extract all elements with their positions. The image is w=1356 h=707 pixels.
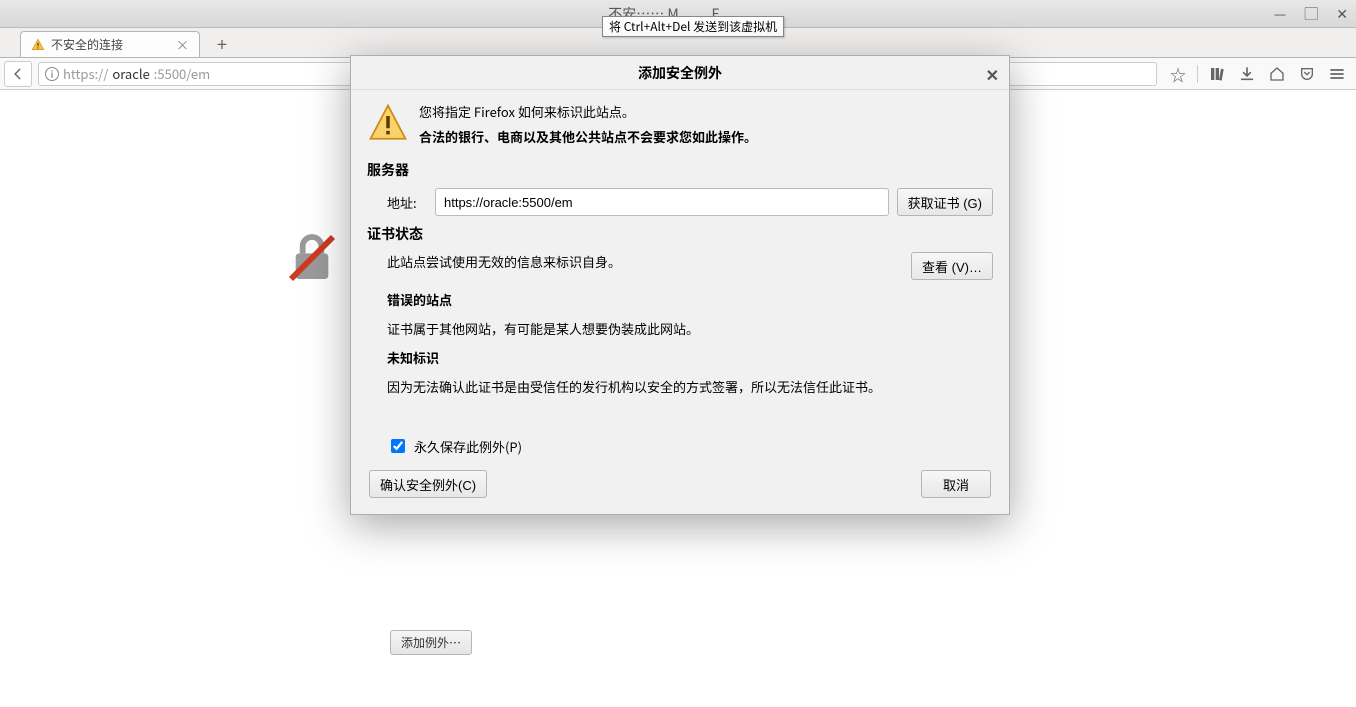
tab-close-icon[interactable]: × bbox=[176, 35, 189, 54]
cancel-button[interactable]: 取消 bbox=[921, 470, 991, 498]
warning-icon bbox=[31, 38, 45, 52]
wrong-site-heading: 错误的站点 bbox=[387, 290, 993, 309]
menu-icon[interactable] bbox=[1322, 61, 1352, 87]
new-tab-button[interactable]: + bbox=[210, 32, 234, 56]
window-maximize-icon[interactable]: ▢ bbox=[1304, 4, 1318, 24]
home-icon[interactable] bbox=[1262, 61, 1292, 87]
window-close-icon[interactable]: ✕ bbox=[1336, 4, 1348, 24]
permanent-exception-checkbox[interactable] bbox=[391, 439, 405, 453]
unknown-text: 因为无法确认此证书是由受信任的发行机构以安全的方式签署，所以无法信任此证书。 bbox=[387, 377, 993, 396]
back-button[interactable] bbox=[4, 61, 32, 87]
url-host: oracle bbox=[112, 64, 149, 83]
cert-status-heading: 证书状态 bbox=[367, 224, 993, 244]
dialog-close-icon[interactable]: ✕ bbox=[986, 62, 999, 86]
get-certificate-button[interactable]: 获取证书 (G) bbox=[897, 188, 993, 216]
security-exception-dialog: 添加安全例外 ✕ 您将指定 Firefox 如何来标识此站点。 合法的银行、电商… bbox=[350, 55, 1010, 515]
warning-icon bbox=[367, 102, 409, 144]
add-exception-button-behind[interactable]: 添加例外… bbox=[390, 630, 472, 655]
view-cert-button[interactable]: 查看 (V)… bbox=[911, 252, 993, 280]
wrong-site-text: 证书属于其他网站，有可能是某人想要伪装成此网站。 bbox=[387, 319, 993, 338]
dialog-titlebar: 添加安全例外 ✕ bbox=[351, 56, 1009, 90]
page-content: 添加例外… 添加安全例外 ✕ 您将指定 Firefox 如何来标识此站点。 合法… bbox=[0, 90, 1356, 707]
dialog-msg2: 合法的银行、电商以及其他公共站点不会要求您如此操作。 bbox=[419, 127, 757, 146]
tab-title: 不安全的连接 bbox=[51, 36, 123, 53]
url-path: :5500/em bbox=[154, 64, 210, 83]
url-protocol: https:// bbox=[63, 64, 108, 83]
download-icon[interactable] bbox=[1232, 61, 1262, 87]
server-heading: 服务器 bbox=[367, 160, 993, 180]
confirm-exception-button[interactable]: 确认安全例外(C) bbox=[369, 470, 487, 498]
bookmarks-icon[interactable] bbox=[1202, 61, 1232, 87]
info-icon[interactable]: i bbox=[45, 67, 59, 81]
window-minimize-icon[interactable]: — bbox=[1274, 4, 1287, 24]
dialog-msg1: 您将指定 Firefox 如何来标识此站点。 bbox=[419, 102, 757, 121]
dialog-title: 添加安全例外 bbox=[638, 63, 722, 83]
address-input[interactable] bbox=[435, 188, 889, 216]
vm-tooltip: 将 Ctrl+Alt+Del 发送到该虚拟机 bbox=[602, 16, 784, 37]
arrow-left-icon bbox=[11, 67, 25, 81]
unknown-heading: 未知标识 bbox=[387, 348, 993, 367]
pocket-icon[interactable] bbox=[1292, 61, 1322, 87]
permanent-exception-label: 永久保存此例外(P) bbox=[414, 437, 522, 456]
insecure-lock-icon bbox=[284, 230, 340, 286]
address-label: 地址: bbox=[387, 193, 427, 212]
browser-tab[interactable]: 不安全的连接 × bbox=[20, 31, 200, 57]
bookmark-star-icon[interactable]: ☆ bbox=[1163, 61, 1193, 87]
cert-status-text: 此站点尝试使用无效的信息来标识自身。 bbox=[387, 252, 901, 271]
